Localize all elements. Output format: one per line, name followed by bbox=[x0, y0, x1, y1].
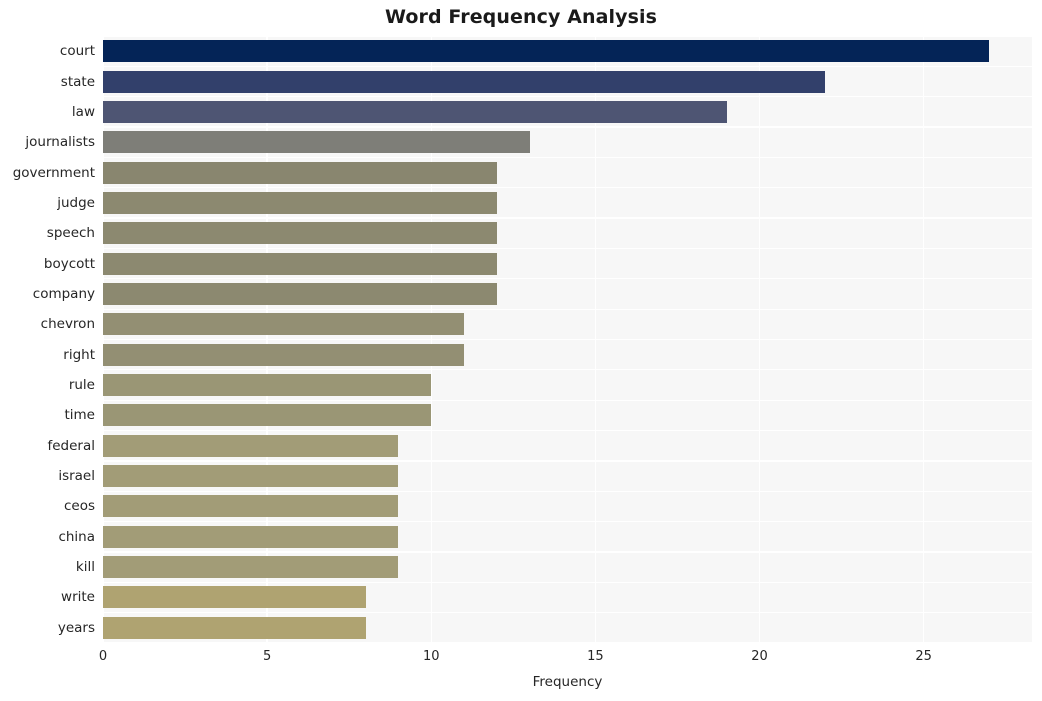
x-axis-tick-labels: 0 5 10 15 20 25 bbox=[0, 649, 1042, 671]
grid-line-horizontal bbox=[103, 156, 1032, 159]
bar-chevron bbox=[103, 313, 465, 336]
x-tick-label-0: 0 bbox=[98, 649, 108, 664]
bar-speech bbox=[103, 222, 497, 245]
y-tick-label-boycott: boycott bbox=[43, 255, 95, 272]
y-tick-label-write: write bbox=[61, 589, 95, 606]
bar-company bbox=[103, 282, 497, 305]
grid-line-horizontal bbox=[103, 642, 1032, 643]
bar-judge bbox=[103, 191, 497, 214]
bar-law bbox=[103, 100, 727, 123]
y-tick-label-israel: israel bbox=[58, 468, 95, 485]
grid-line-horizontal bbox=[103, 551, 1032, 553]
y-tick-label-federal: federal bbox=[47, 437, 95, 454]
grid-line-horizontal bbox=[103, 187, 1032, 189]
bar-state bbox=[103, 70, 826, 93]
grid-line-horizontal bbox=[103, 429, 1032, 432]
grid-line-horizontal bbox=[103, 399, 1032, 401]
x-axis-title: Frequency bbox=[532, 674, 603, 690]
grid-line-vertical bbox=[594, 36, 597, 643]
y-tick-label-china: china bbox=[58, 528, 95, 545]
chart-title: Word Frequency Analysis bbox=[384, 6, 658, 28]
y-tick-label-chevron: chevron bbox=[40, 316, 95, 333]
bar-right bbox=[103, 343, 465, 366]
x-tick-label-25: 25 bbox=[915, 649, 932, 664]
x-tick-label-5: 5 bbox=[262, 649, 272, 664]
bar-rule bbox=[103, 374, 432, 397]
bar-years bbox=[103, 616, 366, 639]
bar-federal bbox=[103, 434, 399, 457]
grid-line-horizontal bbox=[103, 490, 1032, 492]
x-tick-label-15: 15 bbox=[587, 649, 604, 664]
y-tick-label-journalists: journalists bbox=[25, 134, 95, 151]
grid-line-vertical bbox=[266, 36, 268, 643]
grid-line-horizontal bbox=[103, 96, 1032, 98]
grid-line-horizontal bbox=[103, 126, 1032, 128]
y-tick-label-court: court bbox=[59, 43, 95, 60]
bar-write bbox=[103, 586, 366, 609]
bar-ceos bbox=[103, 495, 399, 518]
y-tick-label-rule: rule bbox=[68, 377, 95, 394]
grid-line-horizontal bbox=[103, 278, 1032, 280]
y-tick-label-kill: kill bbox=[75, 559, 95, 576]
y-tick-label-years: years bbox=[57, 619, 95, 636]
y-tick-label-ceos: ceos bbox=[63, 498, 95, 515]
y-tick-label-law: law bbox=[71, 103, 95, 120]
y-tick-label-state: state bbox=[60, 73, 95, 90]
grid-line-horizontal bbox=[103, 308, 1032, 310]
grid-line-vertical bbox=[758, 36, 761, 643]
grid-line-horizontal bbox=[103, 217, 1032, 219]
y-axis-tick-labels: court state law journalists government judge s… bbox=[0, 36, 95, 643]
grid-line-horizontal bbox=[103, 36, 1032, 37]
y-tick-label-government: government bbox=[12, 164, 95, 181]
bar-china bbox=[103, 525, 399, 548]
y-tick-label-speech: speech bbox=[46, 225, 95, 242]
grid-line-horizontal bbox=[103, 612, 1032, 614]
bar-journalists bbox=[103, 131, 530, 154]
grid-line-vertical bbox=[922, 36, 925, 643]
bar-israel bbox=[103, 465, 399, 488]
y-tick-label-company: company bbox=[32, 285, 95, 302]
y-tick-label-time: time bbox=[64, 407, 95, 424]
grid-line-horizontal bbox=[103, 460, 1032, 462]
x-tick-label-10: 10 bbox=[422, 649, 440, 664]
grid-line-horizontal bbox=[103, 581, 1032, 583]
bar-government bbox=[103, 161, 497, 184]
grid-line-horizontal bbox=[103, 520, 1032, 523]
x-tick-label-20: 20 bbox=[751, 649, 768, 664]
grid-line-vertical bbox=[430, 36, 432, 643]
bar-kill bbox=[103, 556, 399, 579]
y-tick-label-judge: judge bbox=[57, 194, 95, 211]
bar-boycott bbox=[103, 252, 497, 275]
grid-line-horizontal bbox=[103, 369, 1032, 371]
bar-time bbox=[103, 404, 432, 427]
grid-line-vertical bbox=[103, 36, 104, 643]
y-tick-label-right: right bbox=[63, 346, 95, 363]
grid-line-horizontal bbox=[103, 247, 1032, 250]
bar-court bbox=[103, 40, 990, 63]
plot-area bbox=[103, 36, 1032, 643]
word-frequency-chart: Word Frequency Analysis court state law jou… bbox=[0, 0, 1042, 701]
grid-line-horizontal bbox=[103, 338, 1032, 341]
grid-line-horizontal bbox=[103, 65, 1032, 67]
